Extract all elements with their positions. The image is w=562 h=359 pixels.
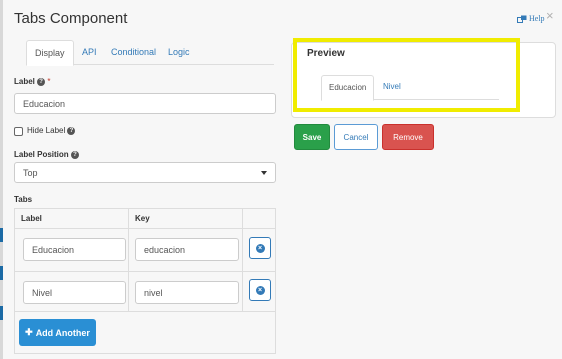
label-input-value: Educacion [23, 98, 66, 109]
remove-row-icon: × [255, 243, 265, 253]
label-text: Label [14, 77, 35, 86]
row-key-value: nivel [144, 287, 163, 298]
tabs-component-dialog: Tabs Component Help × Display API Condit… [3, 0, 562, 359]
cancel-button[interactable]: Cancel [334, 124, 378, 150]
highlight-box [293, 38, 520, 112]
row-label-value: Nivel [32, 287, 53, 298]
label-position-select[interactable]: Top [14, 162, 276, 183]
row-label-input[interactable]: Nivel [23, 281, 126, 304]
hide-label-label: Hide Label [27, 126, 66, 135]
hide-label-text: Hide Label ? [27, 126, 76, 135]
close-icon[interactable]: × [546, 9, 554, 22]
help-link[interactable]: Help [517, 14, 545, 23]
save-button[interactable]: Save [294, 124, 330, 150]
question-icon: ? [70, 150, 79, 159]
tab-conditional[interactable]: Conditional [111, 40, 156, 65]
question-icon: ? [67, 126, 76, 135]
remove-row-button[interactable]: × [249, 237, 271, 259]
row-label-input[interactable]: Educacion [23, 238, 126, 261]
add-another-label: Add Another [35, 327, 90, 338]
grid-header-key: Key [129, 209, 243, 229]
settings-tabs: Display API Conditional Logic [26, 40, 274, 66]
row-key-input[interactable]: educacion [135, 238, 239, 261]
tab-logic[interactable]: Logic [168, 40, 190, 65]
row-key-input[interactable]: nivel [135, 281, 239, 304]
plus-icon: ✚ [25, 327, 33, 337]
label-position-label: Label Position ? [14, 150, 79, 159]
label-position-value: Top [23, 167, 38, 178]
row-key-value: educacion [144, 244, 186, 255]
tabs-grid-title: Tabs [14, 195, 33, 204]
help-label: Help [529, 14, 545, 23]
question-icon: ? [37, 77, 46, 86]
row-label-value: Educacion [32, 244, 75, 255]
grid-header-label: Label [15, 209, 129, 229]
remove-button[interactable]: Remove [382, 124, 434, 150]
remove-row-button[interactable]: × [249, 279, 271, 301]
remove-row-icon: × [255, 285, 265, 295]
dialog-title: Tabs Component [14, 10, 128, 27]
tab-api[interactable]: API [82, 40, 97, 65]
label-input[interactable]: Educacion [14, 93, 276, 114]
label-field-label: Label ? * [14, 77, 51, 86]
tab-display[interactable]: Display [26, 40, 74, 66]
grid-header-actions [243, 209, 276, 229]
required-mark: * [47, 77, 51, 86]
add-another-button[interactable]: ✚ Add Another [19, 319, 96, 346]
hide-label-checkbox[interactable] [14, 127, 23, 136]
dropdown-caret-icon [261, 171, 267, 175]
label-position-text: Label Position [14, 150, 69, 159]
help-icon [517, 15, 527, 23]
